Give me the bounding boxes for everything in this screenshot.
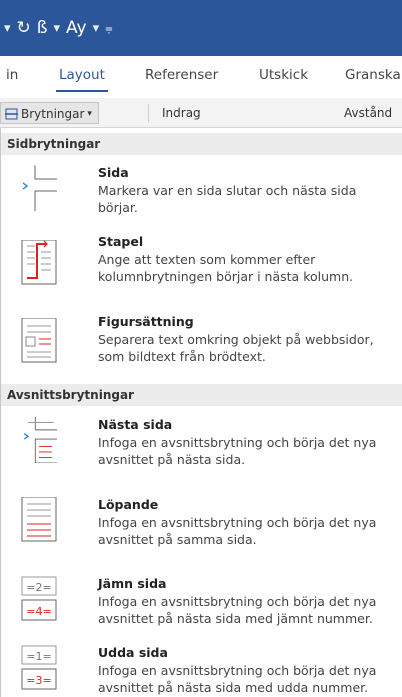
menu-item-page-break[interactable]: Sida Markera var en sida slutar och näst… xyxy=(1,163,402,223)
menu-item-title: Sida xyxy=(98,165,129,180)
section-breaks-header: Avsnittsbrytningar xyxy=(1,384,402,406)
menu-item-continuous[interactable]: Löpande Infoga en avsnittsbrytning och b… xyxy=(1,495,402,557)
menu-item-title: Jämn sida xyxy=(98,576,167,591)
ribbon-row: Brytningar ▾ Indrag Avstånd xyxy=(0,98,402,128)
menu-item-description: Infoga en avsnittsbrytning och börja det… xyxy=(98,663,377,695)
menu-item-title: Udda sida xyxy=(98,645,168,660)
redo-icon[interactable]: ↻ xyxy=(17,19,31,37)
spacing-label: Avstånd xyxy=(344,106,393,120)
dropdown-icon[interactable]: ▾ xyxy=(54,22,61,35)
menu-item-description: Ange att texten som kommer efter kolumnb… xyxy=(98,252,354,284)
menu-item-description: Markera var en sida slutar och nästa sid… xyxy=(98,183,357,215)
menu-item-title: Figursättning xyxy=(98,314,194,329)
menu-item-odd-page[interactable]: =1= =3= Udda sida Infoga en avsnittsbryt… xyxy=(1,643,402,697)
menu-item-next-page[interactable]: Nästa sida Infoga en avsnittsbrytning oc… xyxy=(1,415,402,477)
menu-item-title: Stapel xyxy=(98,234,144,249)
ribbon-separator xyxy=(148,104,149,122)
tab-layout[interactable]: Layout xyxy=(56,67,108,92)
menu-item-title: Löpande xyxy=(98,497,159,512)
svg-text:=1=: =1= xyxy=(26,650,51,663)
svg-text:=2=: =2= xyxy=(26,581,51,594)
menu-item-description: Infoga en avsnittsbrytning och börja det… xyxy=(98,594,377,626)
ribbon-tabs: in Layout Referenser Utskick Granska xyxy=(0,56,402,98)
svg-text:=3=: =3= xyxy=(26,674,51,687)
page-breaks-header: Sidbrytningar xyxy=(1,133,402,155)
chevron-down-icon: ▾ xyxy=(87,109,92,119)
menu-item-description: Infoga en avsnittsbrytning och börja det… xyxy=(98,435,377,467)
customize-icon[interactable]: ⩦ xyxy=(105,22,113,35)
breaks-button-label: Brytningar xyxy=(21,107,85,121)
text-wrapping-icon xyxy=(21,318,57,363)
format-painter-icon[interactable]: ß xyxy=(37,19,48,37)
breaks-icon xyxy=(5,108,18,120)
tab-design[interactable]: in xyxy=(6,67,18,83)
icon-number: 1 xyxy=(36,650,43,663)
menu-item-description: Infoga en avsnittsbrytning och börja det… xyxy=(98,515,377,547)
icon-number: 2 xyxy=(36,581,43,594)
continuous-icon xyxy=(21,497,57,542)
indent-label: Indrag xyxy=(162,106,201,120)
odd-page-icon: =1= =3= xyxy=(21,645,57,690)
next-page-icon xyxy=(23,417,57,463)
svg-text:=4=: =4= xyxy=(26,605,51,618)
tab-references[interactable]: Referenser xyxy=(145,67,218,83)
tab-review[interactable]: Granska xyxy=(345,67,401,83)
menu-item-column-break[interactable]: Stapel Ange att texten som kommer efter … xyxy=(1,232,402,294)
menu-item-description: Separera text omkring objekt på webbsido… xyxy=(98,332,374,364)
column-break-icon xyxy=(21,240,57,285)
dropdown-icon[interactable]: ▾ xyxy=(93,22,100,35)
even-page-icon: =2= =4= xyxy=(21,576,57,621)
breaks-button[interactable]: Brytningar ▾ xyxy=(0,102,99,124)
menu-item-title: Nästa sida xyxy=(98,417,173,432)
icon-number: 3 xyxy=(36,674,43,687)
tab-mailings[interactable]: Utskick xyxy=(259,67,308,83)
menu-item-text-wrapping[interactable]: Figursättning Separera text omkring obje… xyxy=(1,312,402,376)
spelling-icon[interactable]: Ay xyxy=(66,19,87,37)
breaks-menu: Sidbrytningar Sida Markera var en sida s… xyxy=(0,128,402,697)
menu-item-even-page[interactable]: =2= =4= Jämn sida Infoga en avsnittsbryt… xyxy=(1,574,402,634)
quick-access-toolbar: ▾ ↻ ß ▾ Ay ▾ ⩦ xyxy=(0,0,402,56)
dropdown-icon[interactable]: ▾ xyxy=(4,22,11,35)
icon-number: 4 xyxy=(36,605,43,618)
page-break-icon xyxy=(22,165,57,211)
